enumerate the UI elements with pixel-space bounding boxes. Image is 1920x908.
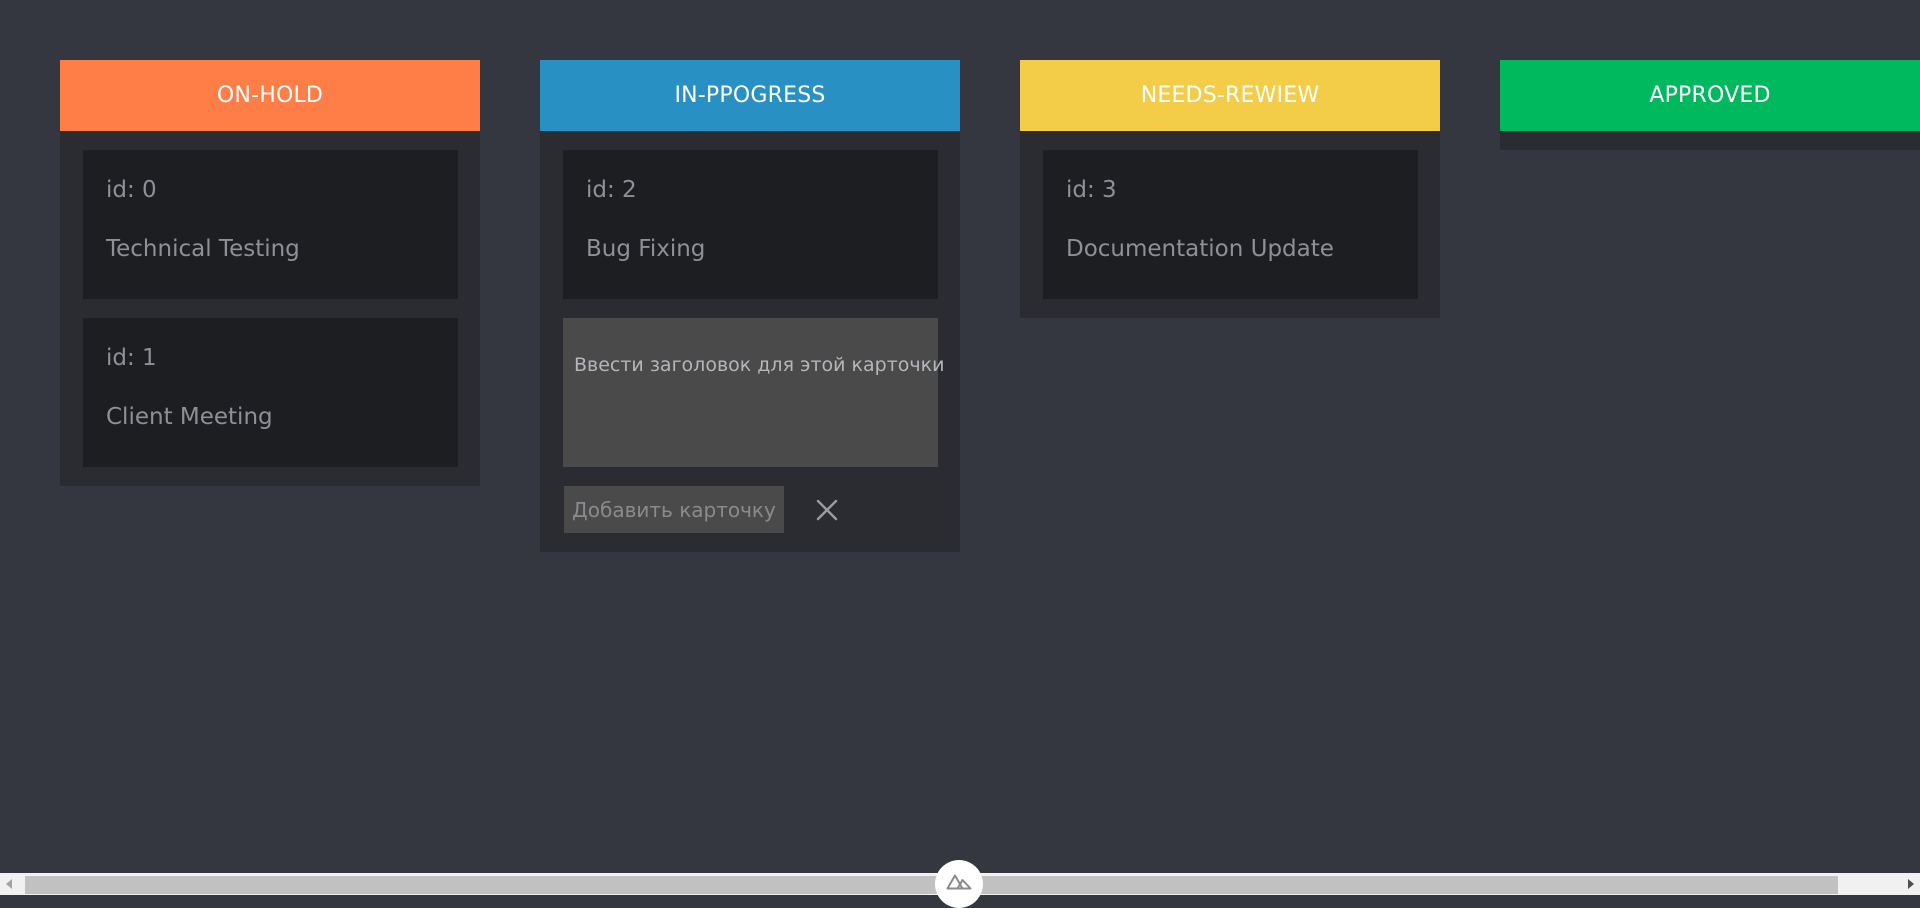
column-title: NEEDS-REWIEW (1140, 83, 1320, 108)
composer-actions: Добавить карточку (563, 486, 938, 533)
card-id: id: 3 (1066, 177, 1117, 203)
close-icon[interactable] (813, 496, 841, 524)
column-header[interactable]: IN-PPOGRESS (540, 60, 960, 131)
column-needs-review: NEEDS-REWIEW id: 3 Documentation Update (1020, 60, 1440, 318)
task-card[interactable]: id: 2 Bug Fixing (563, 150, 938, 299)
card-id: id: 1 (106, 345, 157, 371)
card-title-input[interactable]: Ввести заголовок для этой карточки (563, 318, 944, 467)
card-composer: Ввести заголовок для этой карточки Добав… (563, 318, 944, 533)
column-approved: APPROVED (1500, 60, 1920, 150)
column-body: id: 0 Technical Testing id: 1 Client Mee… (60, 131, 480, 486)
card-id: id: 2 (586, 177, 637, 203)
card-title: Client Meeting (106, 404, 273, 430)
task-card[interactable]: id: 1 Client Meeting (83, 318, 458, 467)
column-body: id: 3 Documentation Update (1020, 131, 1440, 318)
column-body: id: 2 Bug Fixing Ввести заголовок для эт… (540, 131, 960, 552)
nuxt-logo-icon (946, 874, 972, 890)
add-card-button[interactable]: Добавить карточку (564, 486, 784, 533)
column-header[interactable]: NEEDS-REWIEW (1020, 60, 1440, 131)
column-title: APPROVED (1649, 83, 1771, 108)
card-title: Documentation Update (1066, 236, 1334, 262)
column-in-progress: IN-PPOGRESS id: 2 Bug Fixing Ввести заго… (540, 60, 960, 552)
task-card[interactable]: id: 3 Documentation Update (1043, 150, 1418, 299)
card-id: id: 0 (106, 177, 157, 203)
card-title: Technical Testing (106, 236, 300, 262)
column-on-hold: ON-HOLD id: 0 Technical Testing id: 1 Cl… (60, 60, 480, 486)
kanban-board: ON-HOLD id: 0 Technical Testing id: 1 Cl… (0, 0, 1920, 872)
column-title: ON-HOLD (216, 83, 324, 108)
scroll-left-arrow-icon[interactable] (6, 879, 12, 889)
column-header[interactable]: APPROVED (1500, 60, 1920, 131)
column-header[interactable]: ON-HOLD (60, 60, 480, 131)
scroll-right-arrow-icon[interactable] (1908, 879, 1914, 889)
column-body (1500, 131, 1920, 150)
nuxt-devtools-button[interactable] (935, 860, 983, 908)
card-title: Bug Fixing (586, 236, 706, 262)
scrollbar-thumb[interactable] (25, 876, 1838, 894)
task-card[interactable]: id: 0 Technical Testing (83, 150, 458, 299)
column-title: IN-PPOGRESS (674, 83, 826, 108)
